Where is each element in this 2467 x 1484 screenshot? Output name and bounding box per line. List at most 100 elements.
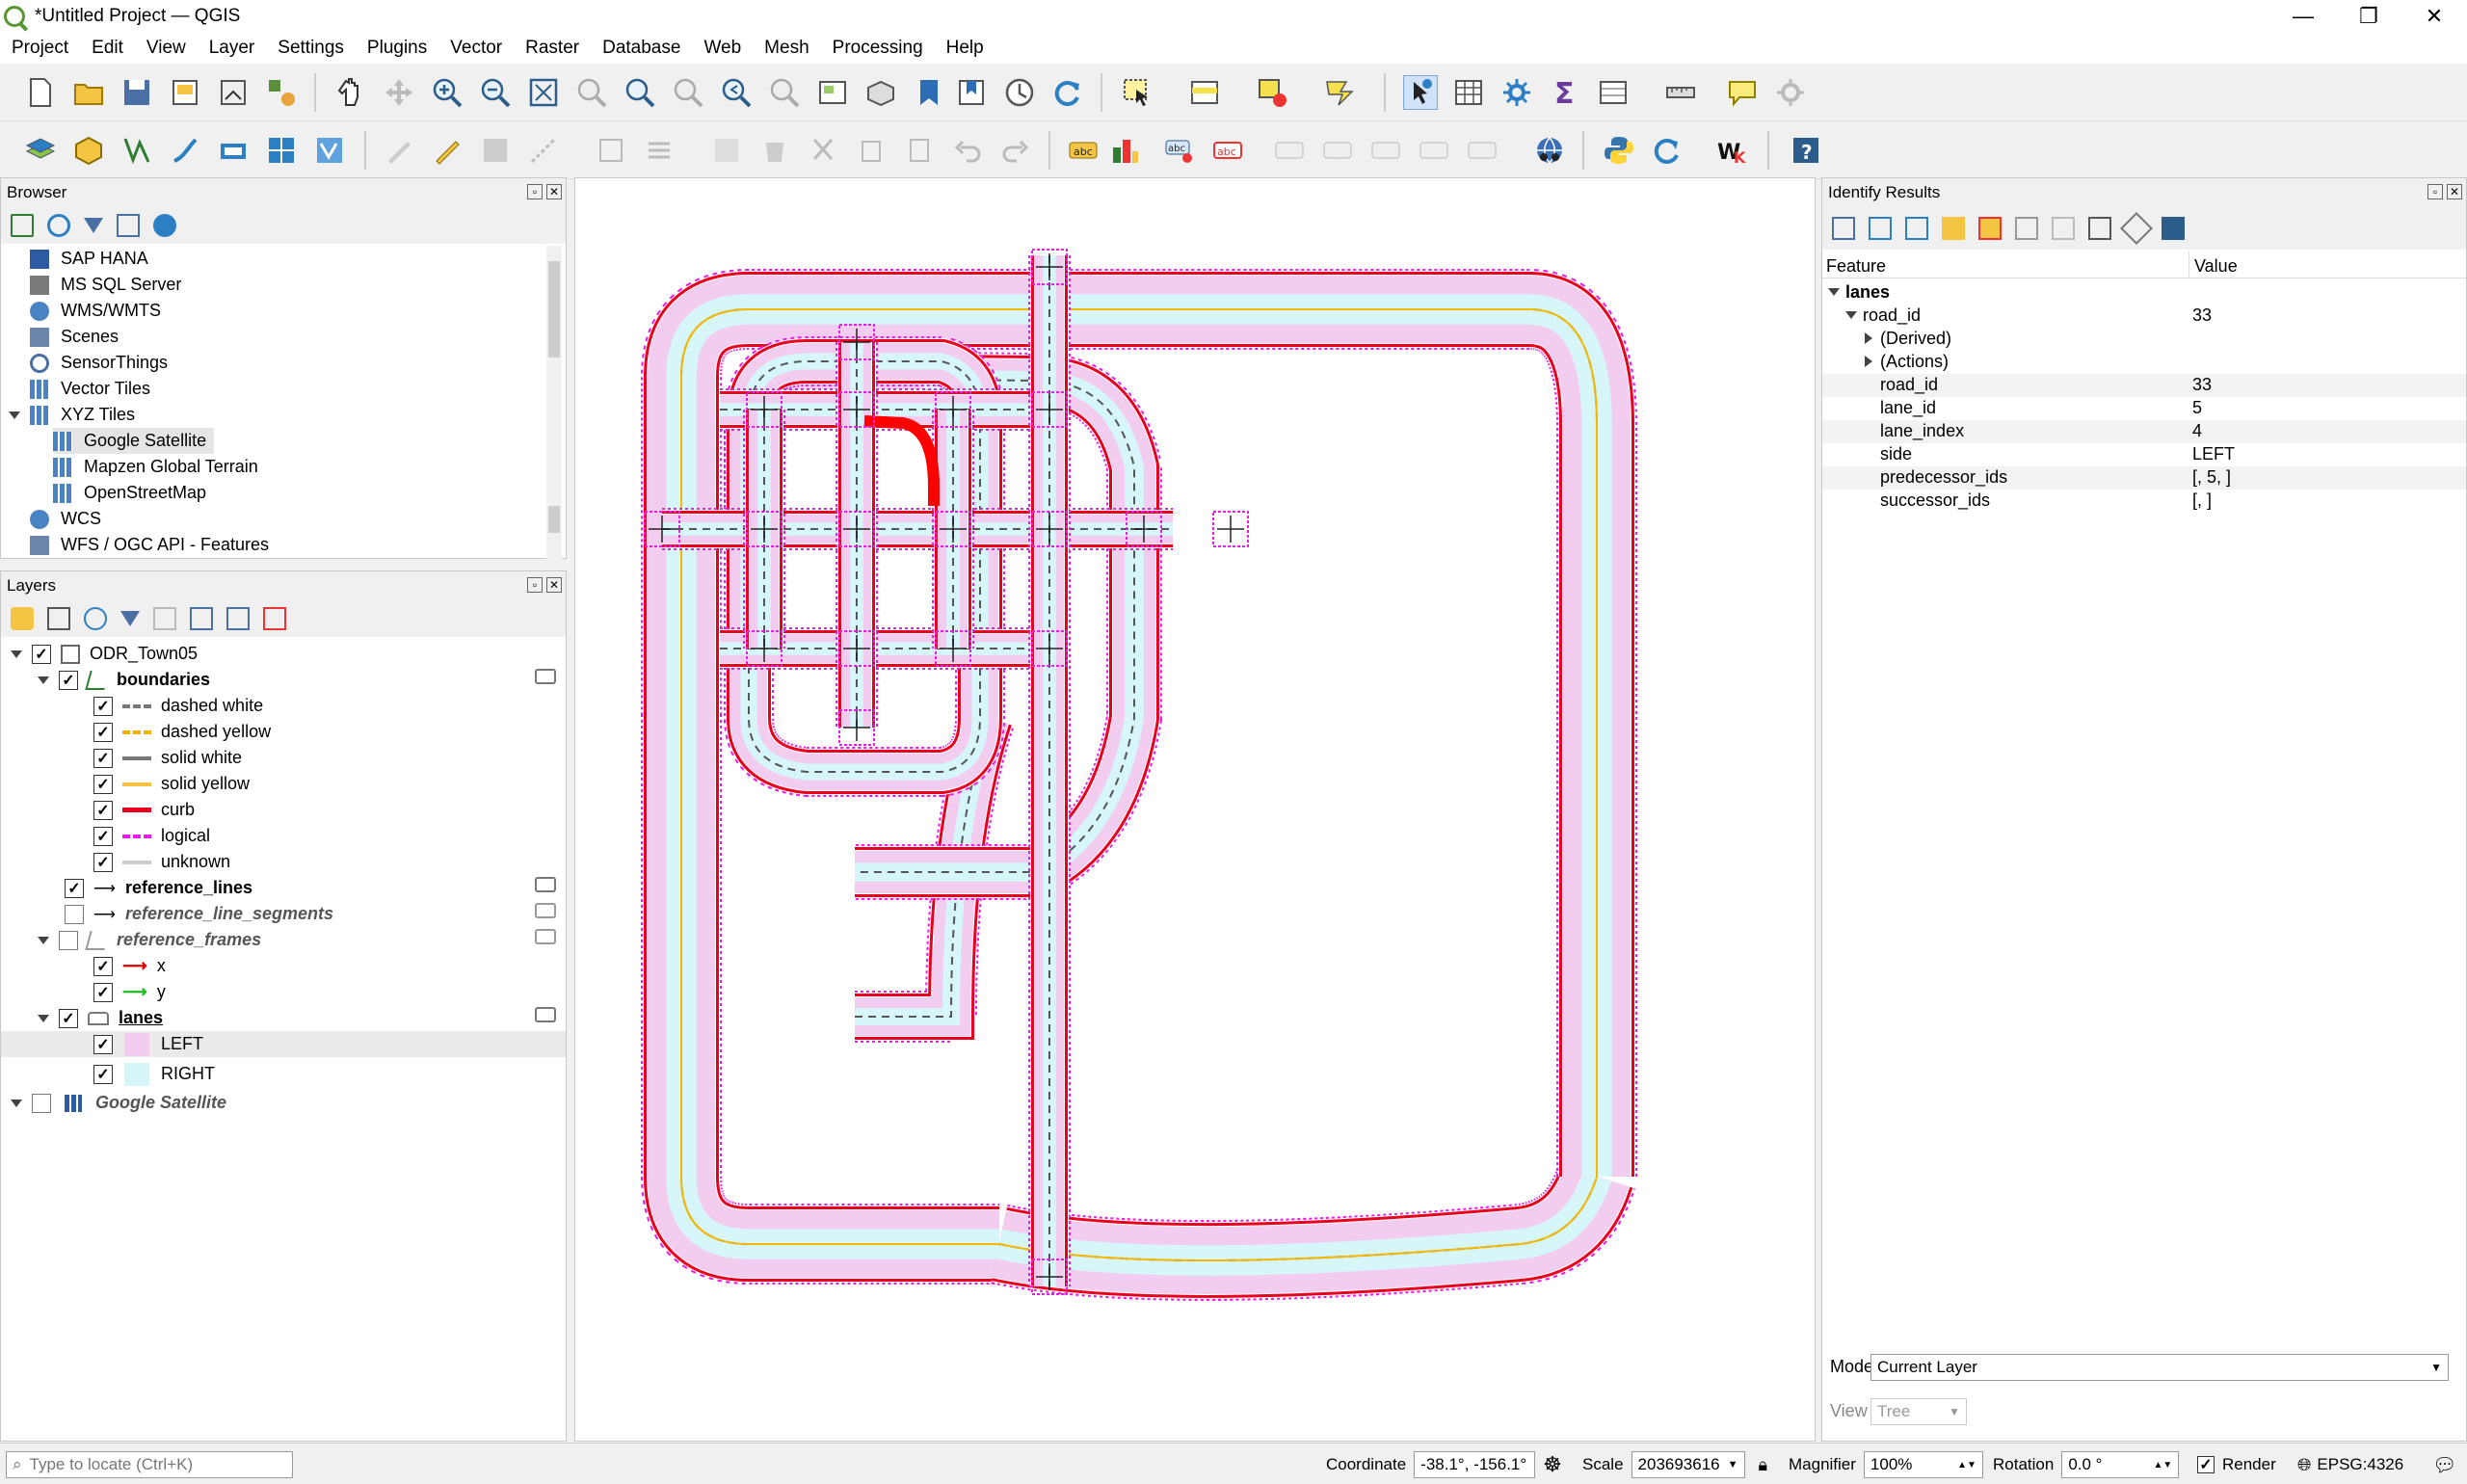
browser-scrollbar[interactable] bbox=[546, 246, 562, 560]
save-project-icon[interactable] bbox=[119, 75, 154, 110]
menu-help[interactable]: Help bbox=[935, 38, 995, 59]
filter-legend-icon[interactable] bbox=[120, 611, 140, 626]
open-form-icon[interactable] bbox=[1832, 217, 1855, 240]
browser-item-wfs[interactable]: WFS / OGC API - Features bbox=[30, 532, 269, 558]
layer-boundaries[interactable]: ✓ boundaries bbox=[38, 667, 210, 693]
filter-expression-icon[interactable] bbox=[153, 607, 176, 630]
collapse-all-icon[interactable] bbox=[117, 214, 140, 237]
view-select[interactable]: Tree ▼ bbox=[1870, 1397, 1967, 1425]
layer-indicator-icon[interactable] bbox=[535, 929, 556, 944]
add-selected-layers-icon[interactable] bbox=[11, 214, 34, 237]
magnifier-field[interactable]: 100% ▲▼ bbox=[1863, 1451, 1983, 1478]
checkbox[interactable]: ✓ bbox=[59, 670, 78, 690]
checkbox[interactable]: ✓ bbox=[93, 748, 113, 768]
zoom-full-icon[interactable] bbox=[526, 75, 561, 110]
new-spatialite-icon[interactable] bbox=[168, 133, 202, 168]
identify-actions-row[interactable]: (Actions) bbox=[1822, 351, 2466, 374]
rotation-field[interactable]: 0.0 ° ▲▼ bbox=[2061, 1451, 2180, 1478]
crs-group[interactable]: 🌐︎ EPSG:4326 bbox=[2297, 1451, 2403, 1478]
expand-arrow-icon[interactable] bbox=[11, 1099, 22, 1107]
menu-raster[interactable]: Raster bbox=[514, 38, 591, 59]
expand-tree-icon[interactable] bbox=[1869, 217, 1892, 240]
close-panel-icon[interactable]: ✕ bbox=[2447, 184, 2462, 199]
attr-row-predecessor-ids[interactable]: predecessor_ids [, 5, ] bbox=[1822, 466, 2466, 490]
select-by-location-icon[interactable] bbox=[1322, 75, 1357, 110]
checkbox[interactable] bbox=[59, 930, 78, 950]
spinner-icon[interactable]: ▲▼ bbox=[2154, 1460, 2173, 1471]
clear-results-icon[interactable] bbox=[1978, 217, 2002, 240]
checkbox[interactable]: ✓ bbox=[93, 696, 113, 716]
filter-browser-icon[interactable] bbox=[84, 218, 103, 233]
expand-arrow-icon[interactable] bbox=[38, 1014, 49, 1022]
pin-labels-icon[interactable]: abc bbox=[1162, 133, 1197, 168]
style-manager-icon[interactable] bbox=[264, 75, 299, 110]
move-diagram-icon[interactable] bbox=[1417, 133, 1451, 168]
browser-item-scenes[interactable]: Scenes bbox=[30, 324, 119, 350]
scale-field[interactable]: 203693616 ▼ bbox=[1631, 1451, 1745, 1478]
map-tips-icon[interactable] bbox=[1725, 75, 1760, 110]
globe-plugin-icon[interactable] bbox=[1532, 133, 1567, 168]
attr-row-lane-id[interactable]: lane_id 5 bbox=[1822, 397, 2466, 420]
browser-item-mssql[interactable]: MS SQL Server bbox=[30, 272, 181, 298]
change-label-icon[interactable] bbox=[1368, 133, 1403, 168]
layer-labeling-icon[interactable]: abc bbox=[1066, 133, 1101, 168]
checkbox[interactable]: ✓ bbox=[65, 878, 84, 898]
value-column-header[interactable]: Value bbox=[2194, 256, 2238, 277]
feature-column-header[interactable]: Feature bbox=[1826, 256, 1886, 277]
checkbox[interactable]: ✓ bbox=[93, 826, 113, 846]
digitize-icon[interactable] bbox=[526, 133, 561, 168]
maximize-button[interactable]: ❐ bbox=[2336, 0, 2401, 33]
zoom-last-icon[interactable] bbox=[719, 75, 754, 110]
temporal-controller-icon[interactable] bbox=[1002, 75, 1037, 110]
field-calculator-edit-icon[interactable] bbox=[709, 133, 744, 168]
expand-arrow-icon[interactable] bbox=[1828, 288, 1840, 296]
locate-input[interactable]: ⌕ Type to locate (Ctrl+K) bbox=[6, 1451, 293, 1478]
layer-indicator-icon[interactable] bbox=[535, 903, 556, 918]
legend-logical[interactable]: ✓ logical bbox=[93, 823, 210, 849]
browser-item-sap-hana[interactable]: SAP HANA bbox=[30, 246, 148, 272]
processing-toolbox-icon[interactable] bbox=[1499, 75, 1534, 110]
plugin-reloader-icon[interactable] bbox=[1650, 133, 1684, 168]
layer-lanes[interactable]: ✓ lanes bbox=[38, 1005, 163, 1031]
layer-styling-icon[interactable] bbox=[11, 607, 34, 630]
layout-manager-icon[interactable] bbox=[216, 75, 251, 110]
menu-database[interactable]: Database bbox=[591, 38, 692, 59]
attribute-table-icon[interactable] bbox=[1451, 75, 1486, 110]
menu-web[interactable]: Web bbox=[692, 38, 753, 59]
mode-select[interactable]: Current Layer ▼ bbox=[1870, 1353, 2449, 1381]
refresh-icon[interactable] bbox=[1050, 75, 1085, 110]
add-group-icon[interactable] bbox=[47, 607, 70, 630]
copy-features-icon[interactable] bbox=[854, 133, 889, 168]
properties-icon[interactable] bbox=[153, 214, 176, 237]
layer-diagram-icon[interactable] bbox=[1108, 133, 1143, 168]
identify-derived-row[interactable]: (Derived) bbox=[1822, 328, 2466, 351]
print-response-icon[interactable] bbox=[2052, 217, 2075, 240]
menu-processing[interactable]: Processing bbox=[821, 38, 935, 59]
collapsed-arrow-icon[interactable] bbox=[1865, 356, 1872, 367]
redo-icon[interactable] bbox=[998, 133, 1033, 168]
checkbox[interactable]: ✓ bbox=[93, 800, 113, 820]
menu-vector[interactable]: Vector bbox=[438, 38, 514, 59]
refresh-browser-icon[interactable] bbox=[47, 214, 70, 237]
legend-dashed-white[interactable]: ✓ dashed white bbox=[93, 693, 263, 719]
pan-map-icon[interactable] bbox=[333, 75, 368, 110]
layer-reference-frames[interactable]: reference_frames bbox=[38, 927, 261, 953]
vertex-tool-icon[interactable] bbox=[594, 133, 628, 168]
expand-arrow-icon[interactable] bbox=[38, 676, 49, 684]
legend-y[interactable]: ✓ ⟶ y bbox=[93, 979, 166, 1005]
map-render[interactable] bbox=[370, 178, 1817, 1443]
identify-feature-row[interactable]: road_id 33 bbox=[1822, 305, 2466, 328]
rotate-label-icon[interactable] bbox=[1320, 133, 1355, 168]
checkbox[interactable]: ✓ bbox=[32, 644, 51, 664]
collapsed-arrow-icon[interactable] bbox=[1865, 332, 1872, 344]
cut-features-icon[interactable] bbox=[806, 133, 840, 168]
checkbox[interactable]: ✓ bbox=[93, 852, 113, 872]
legend-solid-white[interactable]: ✓ solid white bbox=[93, 745, 242, 771]
attr-row-side[interactable]: side LEFT bbox=[1822, 443, 2466, 466]
new-map-view-icon[interactable] bbox=[815, 75, 850, 110]
new-project-icon[interactable] bbox=[23, 75, 58, 110]
move-label-icon[interactable] bbox=[1272, 133, 1307, 168]
identify-features-icon[interactable] bbox=[1403, 75, 1438, 110]
legend-x[interactable]: ✓ ⟶ x bbox=[93, 953, 166, 979]
close-panel-icon[interactable]: ✕ bbox=[546, 184, 562, 199]
